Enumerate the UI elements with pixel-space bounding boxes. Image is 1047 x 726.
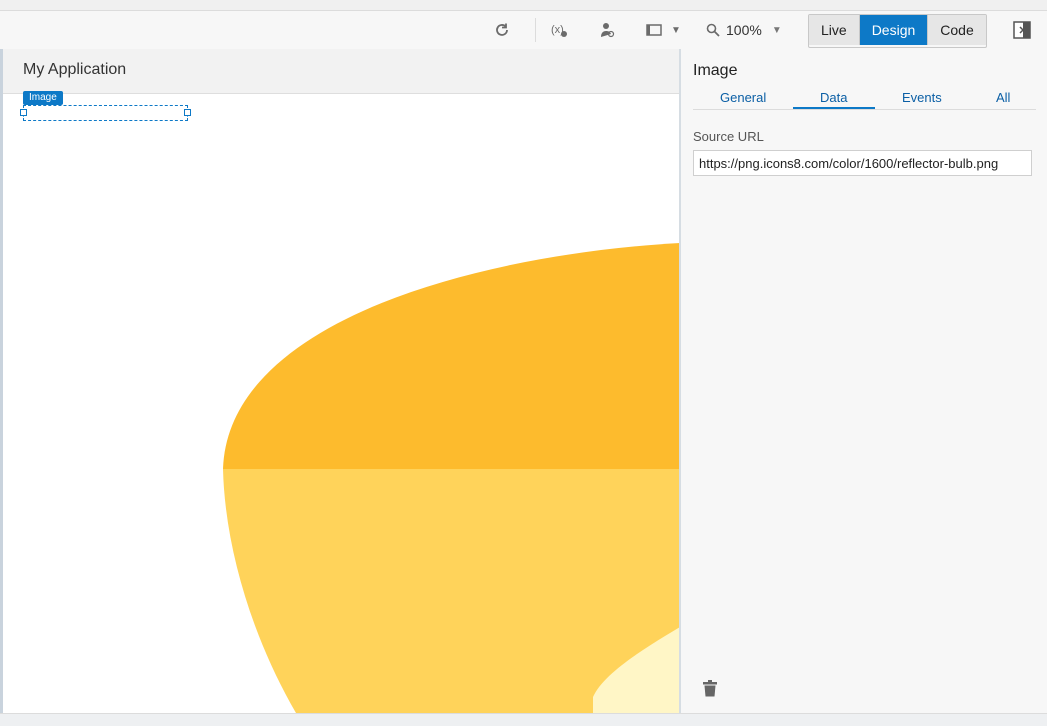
tab-data[interactable]: Data xyxy=(820,90,847,105)
designer-toolbar: (x) ▼ 100% ▼ Live Design Code xyxy=(0,11,1047,50)
design-mode-button[interactable]: Design xyxy=(859,15,929,45)
code-mode-button[interactable]: Code xyxy=(928,15,986,45)
image-selection-box[interactable] xyxy=(20,105,191,121)
live-mode-button[interactable]: Live xyxy=(809,15,860,45)
reflector-bulb-image[interactable] xyxy=(3,49,680,713)
mode-switcher: Live Design Code xyxy=(808,14,987,48)
tab-all[interactable]: All xyxy=(996,90,1010,105)
resize-handle-left[interactable] xyxy=(20,109,27,116)
window-top-strip xyxy=(0,0,1047,11)
refresh-icon[interactable] xyxy=(492,20,512,40)
property-inspector-title: Image xyxy=(693,62,738,79)
property-panel-toggle-icon[interactable] xyxy=(1013,20,1031,40)
trash-icon[interactable] xyxy=(703,679,717,697)
source-url-input[interactable] xyxy=(693,150,1032,176)
chevron-down-icon[interactable]: ▼ xyxy=(666,20,686,40)
resize-handle-right[interactable] xyxy=(184,109,191,116)
search-icon xyxy=(706,23,720,37)
device-frame-icon[interactable] xyxy=(644,20,664,40)
zoom-value: 100% xyxy=(726,22,762,38)
zoom-control[interactable]: 100% ▼ xyxy=(706,20,782,40)
toolbar-separator xyxy=(535,18,536,42)
variables-icon[interactable]: (x) xyxy=(550,20,570,40)
app-title: My Application xyxy=(23,61,127,78)
chevron-down-icon: ▼ xyxy=(771,24,782,36)
status-strip xyxy=(0,713,1047,726)
source-url-label: Source URL xyxy=(693,129,764,144)
app-header: My Application xyxy=(3,49,680,94)
tab-events[interactable]: Events xyxy=(902,90,942,105)
property-inspector: Image General Data Events All Source URL xyxy=(681,49,1047,713)
active-tab-indicator xyxy=(793,107,875,109)
tab-general[interactable]: General xyxy=(720,90,766,105)
design-canvas[interactable]: My Application Image xyxy=(0,49,680,713)
selected-component-tag: Image xyxy=(23,91,63,105)
property-tabs: General Data Events All xyxy=(693,89,1036,110)
user-settings-icon[interactable] xyxy=(597,20,617,40)
